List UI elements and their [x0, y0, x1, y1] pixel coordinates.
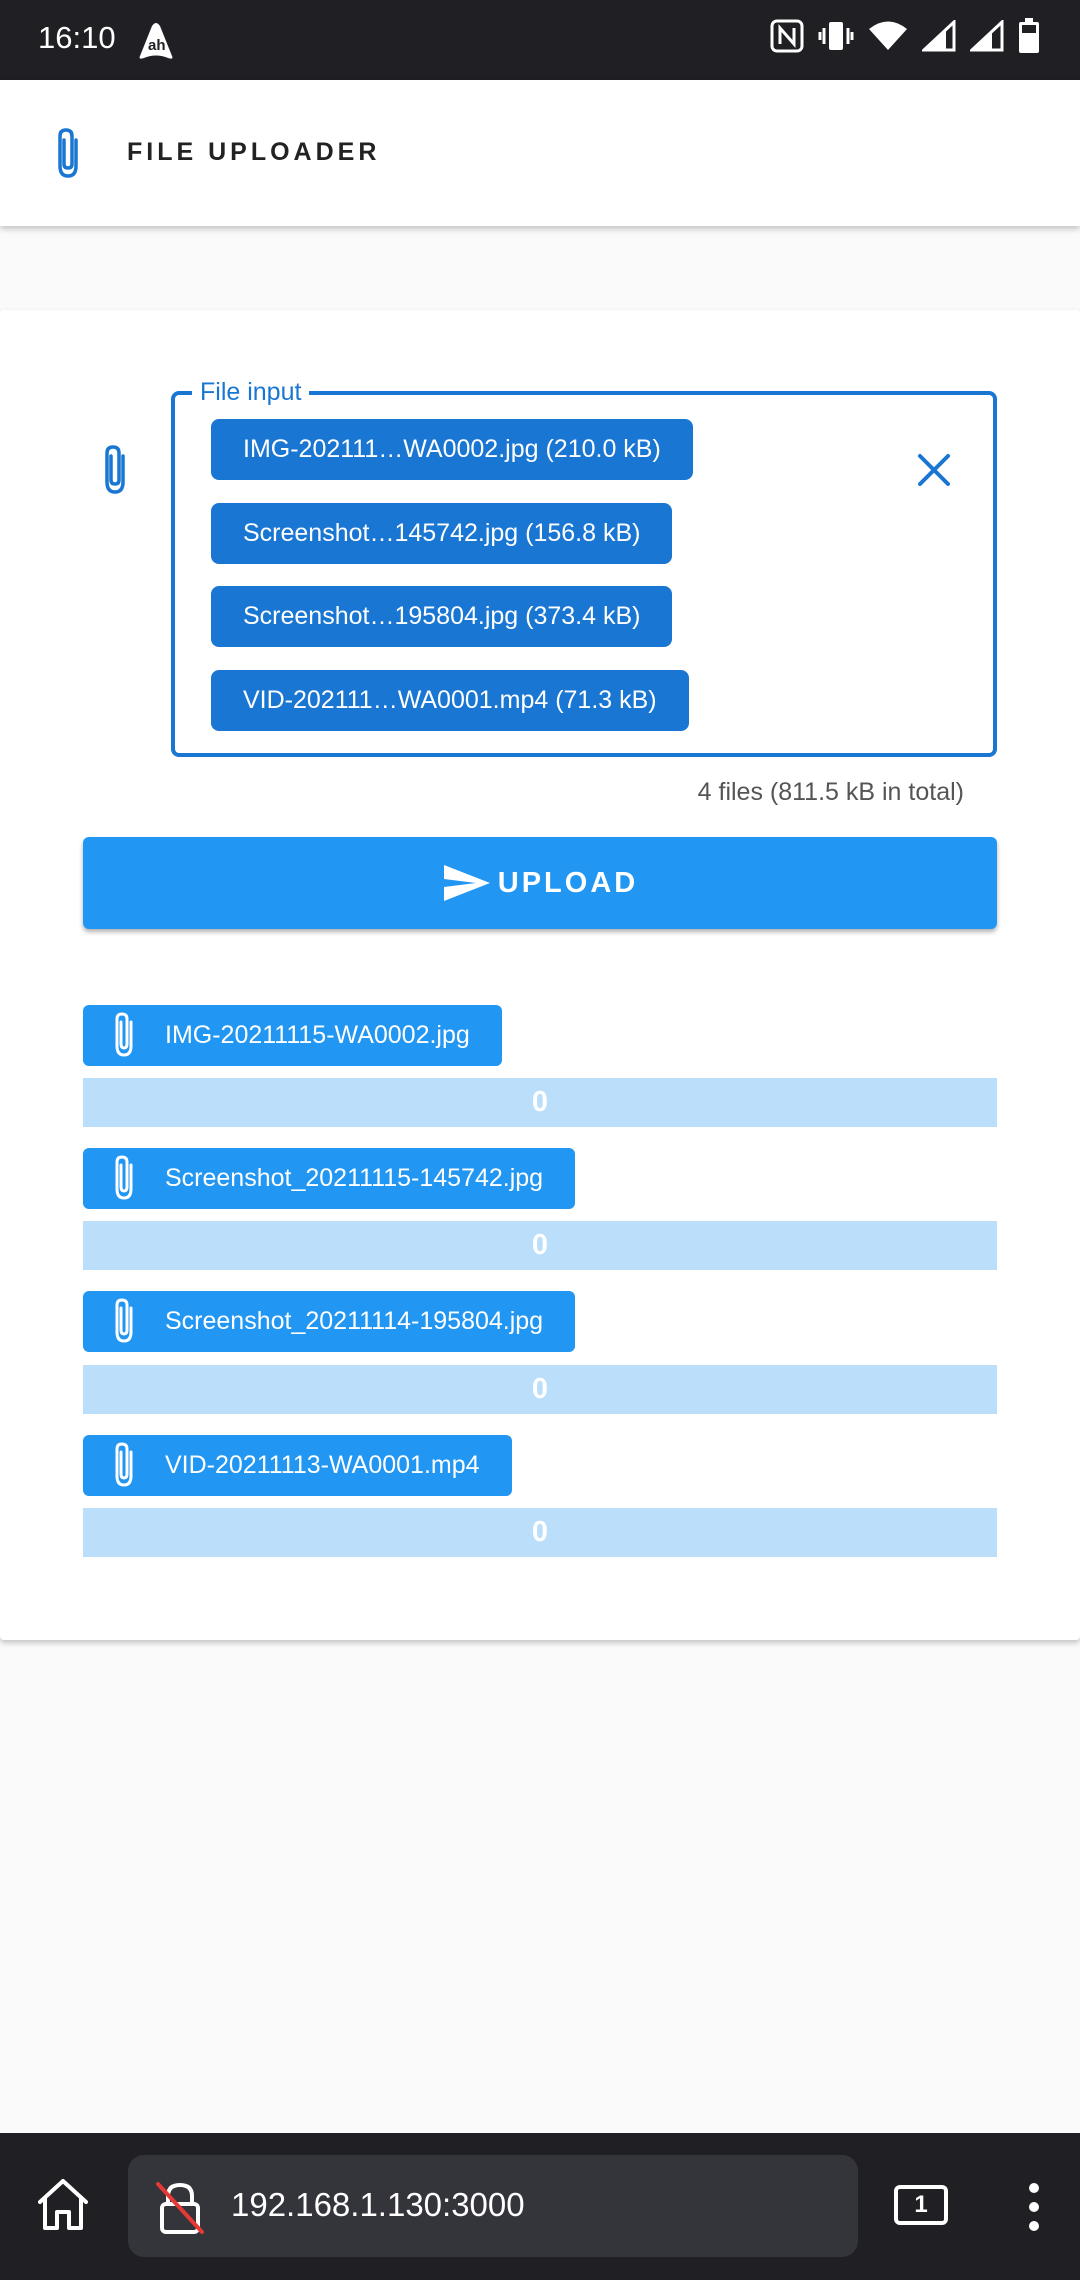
app-title: FILE UPLOADER — [127, 138, 381, 166]
paperclip-icon — [115, 1297, 133, 1343]
paperclip-icon — [58, 128, 78, 178]
svg-text:ah: ah — [148, 37, 166, 54]
upload-file-name: Screenshot_20211115-145742.jpg — [165, 1164, 544, 1192]
progress-value: 0 — [531, 1373, 549, 1405]
nfc-icon — [770, 19, 804, 53]
upload-file-chip[interactable]: VID-20211113-WA0001.mp4 — [83, 1435, 512, 1496]
upload-file-chip[interactable]: Screenshot_20211115-145742.jpg — [83, 1148, 576, 1209]
file-chip[interactable]: Screenshot…195804.jpg (373.4 kB) — [211, 586, 673, 647]
status-bar: 16:10 ah — [0, 0, 1080, 80]
home-icon[interactable] — [34, 2176, 92, 2234]
upload-file-name: IMG-20211115-WA0002.jpg — [165, 1021, 470, 1049]
paperclip-icon — [115, 1154, 133, 1200]
paperclip-icon — [115, 1011, 133, 1057]
more-vert-icon[interactable] — [1022, 2182, 1046, 2232]
file-input-paperclip-icon[interactable] — [98, 444, 132, 498]
upload-button[interactable]: UPLOAD — [83, 837, 997, 929]
upload-button-label: UPLOAD — [497, 866, 639, 899]
upload-progress-bar: 0 — [83, 1508, 997, 1557]
wifi-icon — [869, 21, 907, 50]
file-chip[interactable]: Screenshot…145742.jpg (156.8 kB) — [211, 503, 673, 564]
progress-value: 0 — [531, 1086, 549, 1118]
send-icon — [443, 865, 490, 901]
file-chip[interactable]: VID-202111…WA0001.mp4 (71.3 kB) — [211, 670, 689, 731]
app-bar: FILE UPLOADER — [0, 80, 1080, 226]
vibrate-icon — [818, 22, 854, 50]
not-secure-lock-icon[interactable] — [154, 2180, 206, 2236]
upload-file-chip[interactable]: Screenshot_20211114-195804.jpg — [83, 1291, 576, 1352]
clear-files-button[interactable] — [908, 444, 960, 496]
signal-icon-2 — [970, 20, 1004, 52]
file-input-label: File input — [192, 378, 310, 407]
progress-value: 0 — [531, 1516, 549, 1548]
upload-file-name: VID-20211113-WA0001.mp4 — [165, 1451, 480, 1479]
battery-icon — [1019, 18, 1039, 53]
upload-progress-bar: 0 — [83, 1078, 997, 1127]
files-summary: 4 files (811.5 kB in total) — [697, 778, 964, 806]
upload-progress-bar: 0 — [83, 1221, 997, 1270]
url-text[interactable]: 192.168.1.130:3000 — [231, 2186, 525, 2224]
progress-value: 0 — [531, 1229, 549, 1261]
upload-progress-bar: 0 — [83, 1365, 997, 1414]
file-chip[interactable]: IMG-202111…WA0002.jpg (210.0 kB) — [211, 419, 693, 480]
albert-heijn-app-icon: ah — [139, 23, 173, 59]
paperclip-icon — [115, 1441, 133, 1487]
upload-file-name: Screenshot_20211114-195804.jpg — [165, 1307, 544, 1335]
close-icon — [918, 454, 950, 486]
upload-file-chip[interactable]: IMG-20211115-WA0002.jpg — [83, 1005, 502, 1066]
status-time: 16:10 — [38, 20, 116, 55]
tab-switcher-button[interactable]: 1 — [894, 2185, 948, 2225]
signal-icon — [922, 20, 956, 52]
